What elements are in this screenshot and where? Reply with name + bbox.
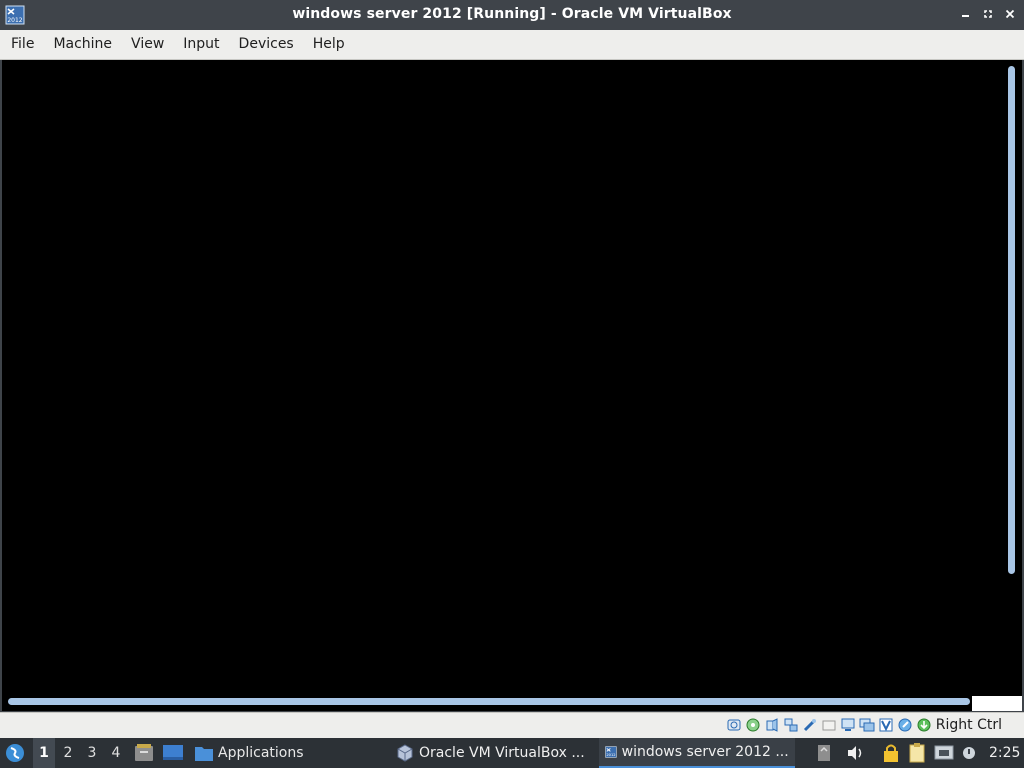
title-bar[interactable]: 2012 windows server 2012 [Running] - Ora… — [0, 0, 1024, 30]
file-manager-launcher[interactable] — [134, 738, 154, 768]
folder-icon — [195, 747, 213, 761]
network-connection-icon[interactable] — [933, 743, 955, 763]
shared-folders-icon[interactable] — [821, 717, 837, 733]
audio-icon[interactable] — [764, 717, 780, 733]
hard-disk-icon[interactable] — [726, 717, 742, 733]
mouse-integration-icon[interactable] — [897, 717, 913, 733]
lxqt-logo-icon — [6, 744, 24, 762]
keyboard-capture-icon[interactable] — [916, 717, 932, 733]
system-tray: 2:25 — [815, 738, 1020, 768]
horizontal-scroll-thumb[interactable] — [8, 698, 970, 705]
task-label: windows server 2012 ... — [621, 744, 789, 760]
vt-x-icon[interactable] — [878, 717, 894, 733]
window-title: windows server 2012 [Running] - Oracle V… — [292, 6, 732, 22]
desktop-icon — [163, 745, 183, 760]
virtualbox-vm-window: 2012 windows server 2012 [Running] - Ora… — [0, 0, 1024, 739]
updates-icon[interactable] — [961, 743, 977, 763]
task-icon-badge: 2012 — [606, 753, 615, 757]
task-list: Oracle VM VirtualBox ... 2012 windows se… — [390, 738, 795, 768]
display-icon[interactable] — [840, 717, 856, 733]
vm-display[interactable] — [2, 60, 1019, 711]
menu-bar: File Machine View Input Devices Help — [0, 30, 1024, 60]
status-bar: Right Ctrl — [0, 712, 1024, 739]
task-virtualbox-manager[interactable]: Oracle VM VirtualBox ... — [390, 738, 591, 768]
menu-help[interactable]: Help — [303, 30, 354, 59]
usb-icon[interactable] — [802, 717, 818, 733]
workspace-switcher: 1 2 3 4 — [33, 738, 127, 768]
file-manager-icon — [135, 744, 153, 761]
clock[interactable]: 2:25 — [989, 745, 1020, 761]
minimize-icon[interactable] — [958, 6, 974, 22]
show-desktop-button[interactable] — [162, 738, 184, 768]
virtualbox-icon — [397, 744, 413, 762]
lock-screen-icon[interactable] — [881, 742, 901, 764]
task-windows-server-2012[interactable]: 2012 windows server 2012 ... — [598, 738, 795, 768]
start-menu-button[interactable] — [4, 738, 26, 768]
close-icon[interactable] — [1002, 6, 1018, 22]
clipboard-icon[interactable] — [907, 742, 927, 764]
optical-drive-icon[interactable] — [745, 717, 761, 733]
volume-icon[interactable] — [845, 743, 865, 763]
menu-machine[interactable]: Machine — [43, 30, 121, 59]
workspace-3[interactable]: 3 — [81, 738, 103, 768]
notification-area-icon[interactable] — [815, 743, 833, 763]
restore-icon[interactable] — [980, 6, 996, 22]
menu-view[interactable]: View — [121, 30, 173, 59]
taskbar: 1 2 3 4 Applications Oracle VM VirtualBo… — [0, 738, 1024, 768]
applications-label: Applications — [218, 745, 304, 761]
scroll-corner — [972, 696, 1022, 711]
workspace-4[interactable]: 4 — [105, 738, 127, 768]
host-key-label: Right Ctrl — [935, 717, 1002, 733]
menu-input[interactable]: Input — [173, 30, 228, 59]
vertical-scroll-thumb[interactable] — [1008, 66, 1015, 574]
recording-icon[interactable] — [859, 717, 875, 733]
virtualbox-vm-2012-icon: 2012 — [604, 746, 617, 758]
network-icon[interactable] — [783, 717, 799, 733]
workspace-1[interactable]: 1 — [33, 738, 55, 768]
menu-file[interactable]: File — [0, 30, 43, 59]
workspace-2[interactable]: 2 — [57, 738, 79, 768]
task-label: Oracle VM VirtualBox ... — [419, 745, 585, 761]
menu-devices[interactable]: Devices — [229, 30, 303, 59]
applications-menu[interactable]: Applications — [194, 738, 304, 768]
